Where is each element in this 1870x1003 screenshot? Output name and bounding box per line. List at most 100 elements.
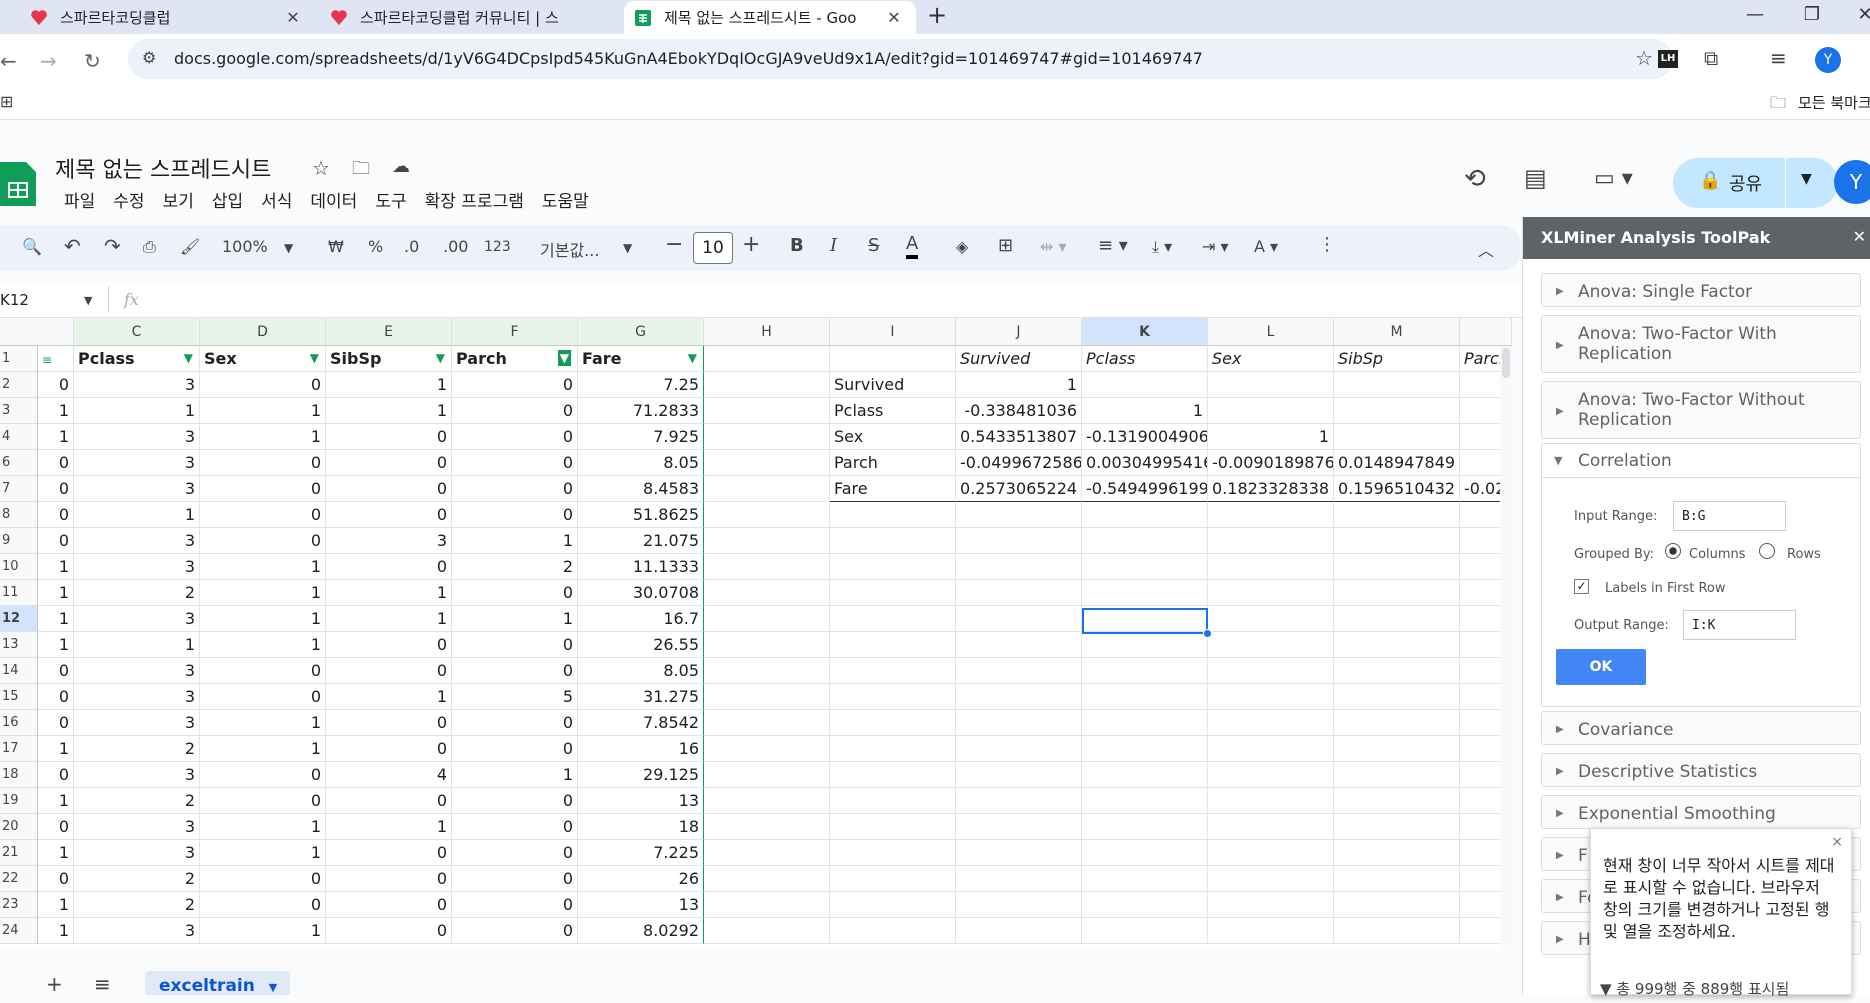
- row-header[interactable]: 24: [0, 918, 38, 944]
- active-filter-icon[interactable]: ▼: [557, 350, 571, 366]
- share-button[interactable]: 🔒 공유 ▼: [1673, 158, 1838, 208]
- table-cell[interactable]: 8.0292: [578, 918, 704, 944]
- table-cell[interactable]: [704, 762, 830, 788]
- menu-format[interactable]: 서식: [252, 187, 301, 212]
- currency-format-button[interactable]: ₩: [328, 237, 344, 256]
- table-cell[interactable]: [830, 658, 956, 684]
- strikethrough-icon[interactable]: S: [868, 235, 879, 256]
- search-menus-icon[interactable]: 🔍: [22, 237, 42, 256]
- table-cell[interactable]: 11.1333: [578, 554, 704, 580]
- cloud-status-icon[interactable]: ☁: [392, 156, 410, 177]
- accordion-anova-two-without[interactable]: ▶ Anova: Two-Factor Without Replication: [1541, 381, 1861, 439]
- rows-radio[interactable]: [1759, 543, 1775, 559]
- undo-icon[interactable]: ↶: [64, 234, 81, 258]
- table-cell[interactable]: 1: [38, 788, 74, 814]
- table-cell[interactable]: [1082, 710, 1208, 736]
- ok-button[interactable]: OK: [1556, 649, 1646, 685]
- corr-header-cell[interactable]: Pclass: [1082, 346, 1208, 372]
- column-header-m[interactable]: M: [1334, 318, 1460, 346]
- table-cell[interactable]: 1: [326, 684, 452, 710]
- column-header-h[interactable]: H: [704, 318, 830, 346]
- table-cell[interactable]: 16.7: [578, 606, 704, 632]
- table-cell[interactable]: [1208, 710, 1334, 736]
- table-cell[interactable]: 18: [578, 814, 704, 840]
- table-cell[interactable]: [1334, 736, 1460, 762]
- row-header[interactable]: 19: [0, 788, 38, 814]
- table-cell[interactable]: 7.25: [578, 372, 704, 398]
- decrease-font-size-icon[interactable]: −: [665, 232, 683, 257]
- corr-value-cell[interactable]: 0.003049954163: [1082, 450, 1208, 476]
- corr-value-cell[interactable]: 0.0148947849: [1334, 450, 1460, 476]
- row-header[interactable]: 3: [0, 398, 38, 424]
- table-cell[interactable]: 0: [326, 866, 452, 892]
- filter-icon[interactable]: ▼: [688, 346, 697, 371]
- row-header[interactable]: 16: [0, 710, 38, 736]
- table-cell[interactable]: [1334, 502, 1460, 528]
- table-cell[interactable]: 1: [38, 736, 74, 762]
- comments-icon[interactable]: ▤: [1524, 164, 1547, 192]
- table-cell[interactable]: 1: [200, 710, 326, 736]
- table-cell[interactable]: 1: [200, 632, 326, 658]
- font-select[interactable]: 기본값...: [540, 237, 599, 261]
- corr-value-cell[interactable]: 1: [956, 372, 1082, 398]
- corr-value-cell[interactable]: 0.2573065224: [956, 476, 1082, 502]
- table-cell[interactable]: [1208, 658, 1334, 684]
- table-cell[interactable]: 0: [38, 476, 74, 502]
- table-cell[interactable]: [956, 684, 1082, 710]
- table-cell[interactable]: 3: [74, 424, 200, 450]
- column-label-cell[interactable]: Sex ▼: [200, 346, 326, 372]
- table-cell[interactable]: 3: [74, 528, 200, 554]
- table-cell[interactable]: 3: [74, 476, 200, 502]
- sheet-tab-exceltrain[interactable]: exceltrain ▼: [145, 971, 290, 996]
- table-cell[interactable]: [1082, 632, 1208, 658]
- table-cell[interactable]: [1334, 840, 1460, 866]
- table-cell[interactable]: [1208, 580, 1334, 606]
- table-cell[interactable]: [704, 736, 830, 762]
- table-cell[interactable]: 0: [200, 528, 326, 554]
- version-history-icon[interactable]: ⟲: [1464, 164, 1486, 194]
- table-cell[interactable]: [956, 710, 1082, 736]
- corr-value-cell[interactable]: -0.04996725867: [956, 450, 1082, 476]
- table-cell[interactable]: [1082, 736, 1208, 762]
- table-cell[interactable]: 26.55: [578, 632, 704, 658]
- table-cell[interactable]: [1082, 762, 1208, 788]
- row-header[interactable]: 21: [0, 840, 38, 866]
- table-cell[interactable]: [704, 528, 830, 554]
- table-cell[interactable]: 0: [38, 528, 74, 554]
- table-cell[interactable]: 0: [452, 814, 578, 840]
- print-icon[interactable]: ⎙: [143, 237, 156, 257]
- row-header[interactable]: 2: [0, 372, 38, 398]
- borders-icon[interactable]: ⊞: [998, 235, 1013, 256]
- table-cell[interactable]: 1: [452, 762, 578, 788]
- menu-data[interactable]: 데이터: [301, 187, 366, 212]
- text-color-icon[interactable]: A: [906, 233, 919, 259]
- table-cell[interactable]: 0: [452, 892, 578, 918]
- table-cell[interactable]: [1208, 528, 1334, 554]
- table-cell[interactable]: 0: [38, 866, 74, 892]
- meet-camera-icon[interactable]: ▭ ▾: [1594, 166, 1633, 191]
- table-cell[interactable]: [956, 814, 1082, 840]
- table-cell[interactable]: 1: [38, 554, 74, 580]
- table-cell[interactable]: 2: [74, 866, 200, 892]
- forward-icon[interactable]: →: [40, 49, 57, 73]
- table-cell[interactable]: [1208, 840, 1334, 866]
- account-avatar[interactable]: Y: [1834, 160, 1870, 204]
- table-cell[interactable]: 0: [200, 892, 326, 918]
- menu-view[interactable]: 보기: [154, 187, 203, 212]
- decrease-decimal-button[interactable]: .0: [404, 237, 419, 256]
- table-cell[interactable]: [1082, 658, 1208, 684]
- column-label-cell[interactable]: Pclass ▼: [74, 346, 200, 372]
- filter-icon[interactable]: ▼: [436, 346, 445, 371]
- table-cell[interactable]: 3: [74, 684, 200, 710]
- table-cell[interactable]: [704, 710, 830, 736]
- corr-value-cell[interactable]: [1334, 372, 1460, 398]
- table-cell[interactable]: 8.4583: [578, 476, 704, 502]
- row-header[interactable]: 11: [0, 580, 38, 606]
- table-cell[interactable]: [1082, 554, 1208, 580]
- table-cell[interactable]: 0: [38, 762, 74, 788]
- extensions-puzzle-icon[interactable]: ⧉: [1704, 46, 1718, 70]
- close-toast-icon[interactable]: ×: [1831, 831, 1843, 853]
- corr-value-cell[interactable]: [1334, 424, 1460, 450]
- table-cell[interactable]: 1: [38, 840, 74, 866]
- select-all-corner[interactable]: [0, 318, 74, 346]
